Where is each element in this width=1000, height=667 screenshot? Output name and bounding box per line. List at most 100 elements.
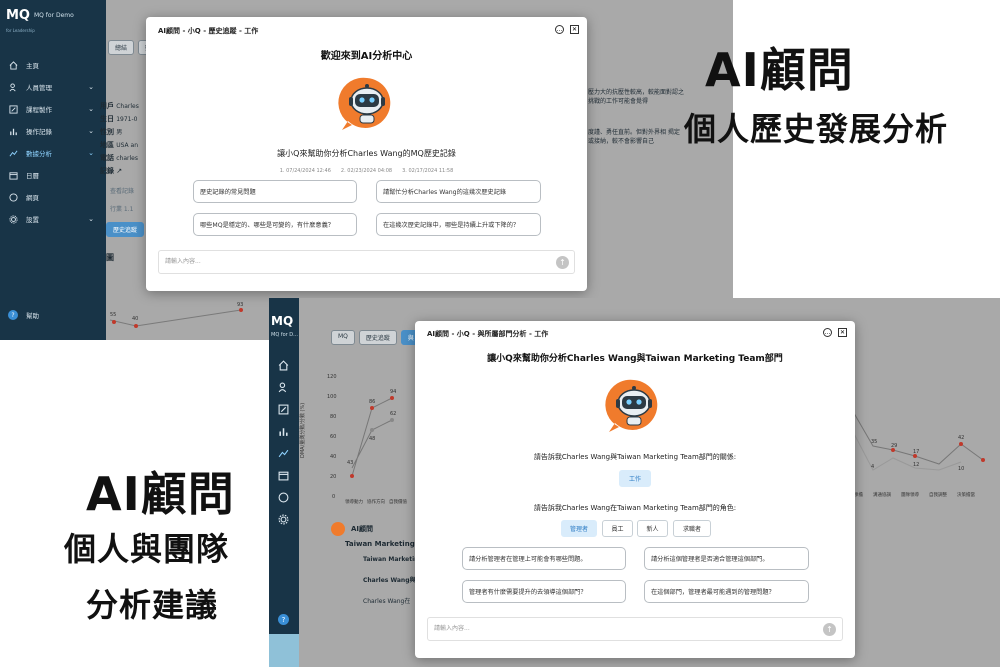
nav-label: 網頁	[26, 194, 39, 202]
bg-tab[interactable]: MQ	[331, 330, 355, 345]
dollar-icon	[8, 192, 18, 202]
question-button[interactable]: 請幫忙分析Charles Wang的這幾次歷史記錄	[376, 180, 541, 203]
top-bg-chart: 55 40 93	[109, 302, 243, 328]
bg-right-text: 度謹、勇任直前。但對外界相 揭定或接納，較不會影響自己	[588, 129, 680, 145]
role-option[interactable]: 管理者	[561, 520, 597, 537]
logo-text[interactable]: MQ	[271, 314, 293, 328]
dollar-icon[interactable]	[278, 492, 289, 503]
x-tick: 自我價值	[389, 498, 407, 505]
chat-input[interactable]: 請輸入內容...	[158, 250, 575, 274]
robot-avatar-icon	[605, 379, 658, 432]
profile-value: Charles	[116, 103, 139, 110]
question-button[interactable]: 管理者有什麼需要提升的去領導這個部門？	[462, 580, 626, 603]
list-item[interactable]: Taiwan Marketin	[363, 556, 418, 563]
history-date[interactable]: 3. 02/17/2024 11:58	[402, 168, 453, 174]
nav-analytics[interactable]: 數據分析 ⌄	[0, 142, 106, 164]
history-date[interactable]: 2. 02/23/2024 04:08	[341, 168, 392, 174]
modal-title: AI顧問 - 小Q - 與所屬部門分析 - 工作	[427, 330, 549, 338]
y-tick: 120	[327, 374, 337, 380]
close-icon[interactable]: ✕	[570, 25, 579, 34]
ai-modal-history: AI顧問 - 小Q - 歷史追蹤 - 工作 … ✕ 歡迎來到AI分析中心 讓小Q…	[146, 17, 587, 291]
bg-link[interactable]: 查看記錄	[110, 186, 134, 195]
profile-label: 生日	[100, 115, 114, 123]
calendar-icon[interactable]	[278, 470, 289, 481]
help-icon[interactable]: ?	[278, 614, 289, 625]
close-icon[interactable]: ✕	[838, 328, 847, 337]
chat-input[interactable]: 請輸入內容...	[427, 617, 843, 641]
nav-label: 設置	[26, 216, 39, 224]
question-button[interactable]: 在這個部門，管理者最可能遇到的管理問題？	[644, 580, 809, 603]
home-icon	[8, 60, 18, 70]
ai-label: AI顧問	[351, 525, 374, 533]
y-tick: 100	[327, 394, 337, 400]
role-option[interactable]: 新人	[637, 520, 668, 537]
x-tick: 自我調整	[929, 491, 947, 498]
history-date[interactable]: 1. 07/24/2024 12:46	[280, 168, 331, 174]
bg-button[interactable]: 歷史追蹤	[106, 222, 145, 237]
role-option[interactable]: 員工	[602, 520, 633, 537]
chevron-down-icon: ⌄	[88, 83, 94, 91]
caption-1-title: AI顧問	[705, 43, 854, 97]
profile-value: charles	[116, 155, 138, 162]
users-icon[interactable]	[278, 382, 289, 393]
x-tick: 溝通協調	[873, 491, 891, 498]
nav-users[interactable]: 人員管理 ⌄	[0, 76, 106, 98]
nav-settings[interactable]: 設置 ⌄	[0, 208, 106, 230]
chart-point	[370, 406, 374, 410]
app-name: MQ for Demo	[34, 12, 74, 19]
home-icon[interactable]	[278, 360, 289, 371]
data-label: 4	[871, 464, 874, 470]
relation-option[interactable]: 工作	[619, 470, 651, 487]
question-button[interactable]: 歷史記錄的常見問題	[193, 180, 357, 203]
y-tick: 40	[330, 454, 336, 460]
data-label: 94	[390, 389, 396, 395]
nav-label: 操作記錄	[26, 128, 52, 136]
modal-title: AI顧問 - 小Q - 歷史追蹤 - 工作	[158, 27, 259, 35]
chart-point	[134, 324, 138, 328]
bg-tab[interactable]: 總結	[108, 40, 135, 55]
y-tick: 80	[330, 414, 336, 420]
list-item[interactable]: Charles Wang與	[363, 575, 418, 584]
nav-course[interactable]: 課程製作 ⌄	[0, 98, 106, 120]
caption-2-subtitle-2: 分析建議	[86, 586, 219, 624]
profile-label: 性別	[100, 128, 114, 136]
data-label: 62	[390, 411, 396, 417]
question-button[interactable]: 請分析這個管理者是否適合管理這個部門。	[644, 547, 809, 570]
list-item[interactable]: Charles Wang在	[363, 596, 418, 605]
external-link-icon[interactable]: ↗	[116, 167, 122, 175]
data-label: 10	[958, 466, 964, 472]
gear-icon[interactable]	[278, 514, 289, 525]
profile-value: 1971-0	[116, 116, 138, 123]
caption-2-title: AI顧問	[86, 467, 235, 521]
profile-value: USA an	[116, 142, 139, 149]
question-button[interactable]: 請分析管理者在管理上可能會有哪些問題。	[462, 547, 626, 570]
nav-web[interactable]: 網頁	[0, 186, 106, 208]
send-icon[interactable]: ↑	[823, 623, 836, 636]
chart-point	[239, 308, 243, 312]
top-logo[interactable]: MQ MQ for Demo	[6, 8, 74, 23]
edit-icon[interactable]	[278, 404, 289, 415]
chart-label: 55	[110, 312, 116, 318]
nav-calendar[interactable]: 日曆	[0, 164, 106, 186]
profile-label: 地區	[100, 141, 114, 149]
bg-tab[interactable]: 歷史追蹤	[358, 330, 397, 345]
nav-help[interactable]: ? 幫助	[0, 304, 39, 326]
send-icon[interactable]: ↑	[556, 256, 569, 269]
question-button[interactable]: 哪些MQ是穩定的、哪些是可變的，有什麼意義？	[193, 213, 357, 236]
data-label: 29	[891, 443, 897, 449]
chat-icon[interactable]: …	[823, 328, 832, 337]
chat-icon[interactable]: …	[555, 25, 564, 34]
line-chart-icon[interactable]	[278, 448, 289, 459]
help-icon: ?	[8, 310, 18, 320]
chart-point	[959, 442, 963, 446]
top-sidebar: MQ MQ for Demo for Leadership 主頁 人員管理 ⌄ 課…	[0, 0, 106, 340]
question-button[interactable]: 在這幾次歷史記錄中，哪些是持續上升或下降的？	[376, 213, 541, 236]
chart-point	[390, 418, 394, 422]
y-tick: 0	[332, 494, 335, 500]
bar-chart-icon[interactable]	[278, 426, 289, 437]
role-option[interactable]: 求職者	[673, 520, 711, 537]
nav-home[interactable]: 主頁	[0, 54, 106, 76]
top-screenshot: MQ MQ for Demo for Leadership 主頁 人員管理 ⌄ 課…	[0, 0, 733, 340]
nav-records[interactable]: 操作記錄 ⌄	[0, 120, 106, 142]
tagline: for Leadership	[6, 28, 35, 33]
